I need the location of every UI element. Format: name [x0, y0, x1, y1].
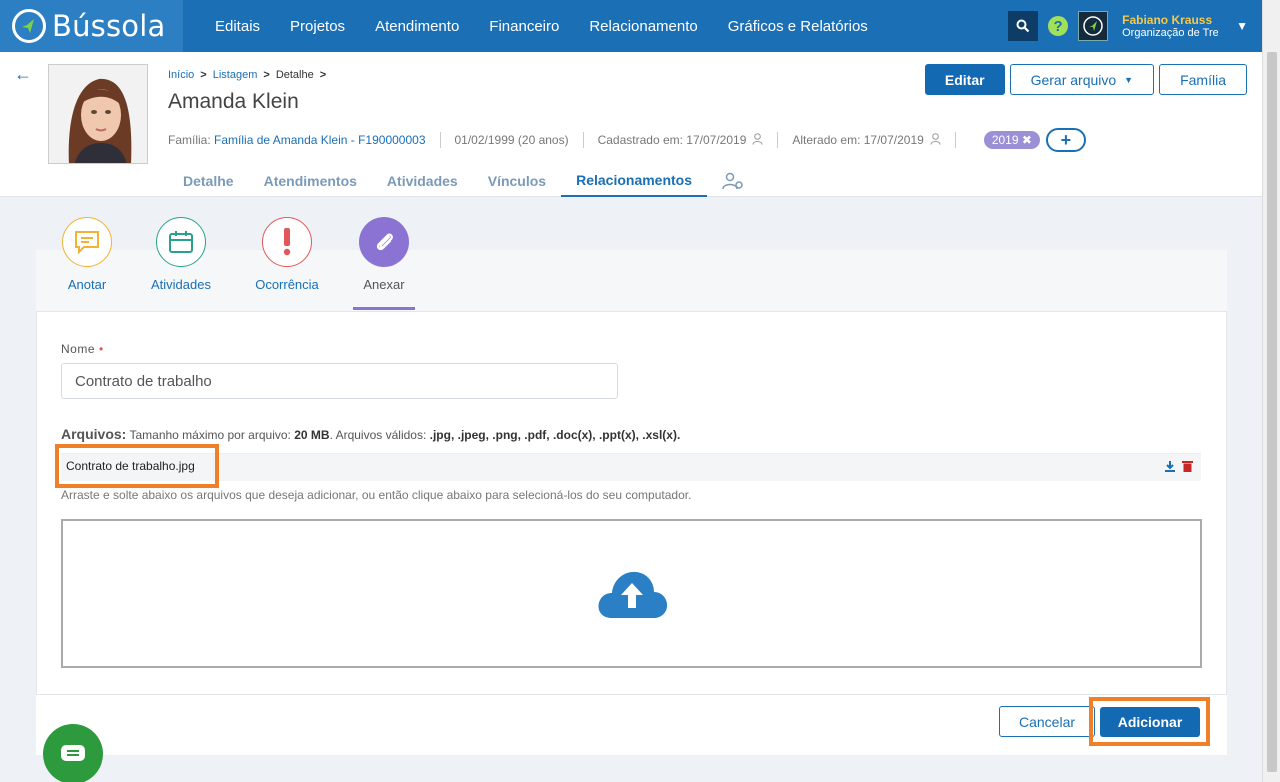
nav-atendimento[interactable]: Atendimento: [360, 18, 474, 35]
action-label: Anexar: [363, 277, 405, 292]
org-avatar[interactable]: [1078, 11, 1109, 41]
calendar-icon: [156, 217, 206, 267]
edit-button[interactable]: Editar: [924, 64, 1005, 95]
add-tag-button[interactable]: +: [1045, 128, 1086, 152]
family-link[interactable]: Família de Amanda Klein - F190000003: [214, 133, 425, 147]
page-scrollbar[interactable]: [1262, 0, 1280, 782]
family-label: Família:: [168, 133, 211, 147]
name-label-text: Nome: [61, 342, 96, 356]
file-actions: [1164, 459, 1193, 477]
tag-label: 2019: [991, 133, 1019, 147]
file-row: [61, 453, 1201, 481]
family-button[interactable]: Família: [1159, 64, 1247, 95]
tab-user-settings[interactable]: [707, 164, 759, 197]
brand-logo[interactable]: Bússola: [0, 0, 183, 52]
updated-date: Alterado em: 17/07/2019: [792, 133, 924, 147]
divider: [777, 132, 779, 148]
files-info: Arquivos: Tamanho máximo por arquivo: 20…: [61, 426, 680, 442]
files-max-size: 20 MB: [294, 428, 330, 442]
action-atividades[interactable]: Atividades: [131, 217, 231, 292]
scroll-thumb[interactable]: [1267, 52, 1277, 772]
action-label: Anotar: [67, 277, 107, 292]
note-icon: [62, 217, 112, 267]
page-title: Amanda Klein: [168, 90, 299, 113]
person-tabs: Detalhe Atendimentos Atividades Vínculos…: [168, 164, 759, 197]
chat-icon: [61, 745, 85, 761]
relationship-card: [36, 250, 1227, 755]
user-org: Organização de Tre: [1122, 27, 1219, 39]
birth-date: 01/02/1999 (20 anos): [454, 133, 569, 147]
person-meta: Família: Família de Amanda Klein - F1900…: [168, 128, 1086, 152]
tab-vinculos[interactable]: Vínculos: [473, 164, 561, 197]
name-input[interactable]: [61, 363, 618, 399]
breadcrumb-home[interactable]: Início: [168, 69, 194, 81]
files-label: Arquivos:: [61, 426, 127, 442]
user-area: ? Fabiano Krauss Organização de Tre ▼: [1008, 0, 1280, 52]
chat-button[interactable]: [43, 724, 103, 782]
download-icon[interactable]: [1164, 459, 1176, 477]
files-types: .jpg, .jpeg, .png, .pdf, .doc(x), .ppt(x…: [429, 428, 681, 442]
header-actions: Editar Gerar arquivo ▼ Família: [924, 64, 1247, 95]
nav-editais[interactable]: Editais: [200, 18, 275, 35]
nav-relacionamento[interactable]: Relacionamento: [574, 18, 712, 35]
user-name: Fabiano Krauss: [1122, 13, 1213, 27]
person-header: ← Início > Listagem > Detalhe > Amanda K…: [0, 52, 1262, 197]
files-hint-1: Tamanho máximo por arquivo:: [129, 428, 291, 442]
brand-name: Bússola: [52, 9, 166, 43]
generate-file-button[interactable]: Gerar arquivo ▼: [1009, 64, 1155, 95]
file-name[interactable]: Contrato de trabalho.jpg: [55, 444, 219, 488]
chevron-down-icon[interactable]: ▼: [1236, 19, 1248, 33]
user-icon[interactable]: [752, 132, 763, 148]
breadcrumb-separator: >: [263, 69, 270, 81]
name-label: Nome •: [61, 342, 104, 356]
files-hint-2: . Arquivos válidos:: [329, 428, 427, 442]
compass-icon: [12, 9, 46, 43]
nav-graficos[interactable]: Gráficos e Relatórios: [713, 18, 883, 35]
action-ocorrencia[interactable]: Ocorrência: [237, 217, 337, 292]
breadcrumb-current: Detalhe: [275, 69, 314, 81]
top-navbar: Bússola Editais Projetos Atendimento Fin…: [0, 0, 1280, 52]
cloud-upload-icon: [598, 571, 667, 618]
user-info[interactable]: Fabiano Krauss Organização de Tre: [1122, 13, 1218, 39]
action-label: Atividades: [151, 277, 211, 292]
created-date: Cadastrado em: 17/07/2019: [597, 133, 747, 147]
breadcrumb-separator: >: [319, 69, 327, 81]
main-nav: Editais Projetos Atendimento Financeiro …: [200, 0, 883, 52]
nav-financeiro[interactable]: Financeiro: [474, 18, 574, 35]
close-icon[interactable]: ✖: [1022, 133, 1032, 147]
divider: [582, 132, 584, 148]
action-label: Ocorrência: [255, 277, 319, 292]
breadcrumb: Início > Listagem > Detalhe >: [168, 69, 326, 81]
tab-detalhe[interactable]: Detalhe: [168, 164, 249, 197]
divider: [954, 132, 956, 148]
back-arrow-icon[interactable]: ←: [14, 64, 32, 85]
chevron-down-icon: ▼: [1124, 74, 1134, 85]
add-button[interactable]: Adicionar: [1100, 707, 1200, 737]
required-marker: •: [99, 342, 104, 356]
action-anexar[interactable]: Anexar: [334, 217, 434, 292]
profile-photo: [48, 64, 148, 164]
tab-atividades[interactable]: Atividades: [372, 164, 473, 197]
nav-projetos[interactable]: Projetos: [275, 18, 360, 35]
breadcrumb-list[interactable]: Listagem: [213, 69, 258, 81]
cancel-button[interactable]: Cancelar: [999, 706, 1095, 737]
tab-atendimentos[interactable]: Atendimentos: [249, 164, 372, 197]
search-button[interactable]: [1008, 11, 1039, 41]
drag-hint: Arraste e solte abaixo os arquivos que d…: [61, 488, 692, 502]
tab-relacionamentos[interactable]: Relacionamentos: [561, 164, 708, 197]
file-dropzone[interactable]: [61, 519, 1202, 668]
active-action-indicator: [353, 307, 415, 310]
divider: [439, 132, 441, 148]
tag-badge[interactable]: 2019 ✖: [983, 131, 1040, 149]
help-icon[interactable]: ?: [1048, 16, 1069, 36]
paperclip-icon: [359, 217, 409, 267]
action-anotar[interactable]: Anotar: [37, 217, 137, 292]
trash-icon[interactable]: [1182, 459, 1193, 477]
alert-icon: [262, 217, 312, 267]
breadcrumb-separator: >: [200, 69, 207, 81]
search-icon: [1016, 19, 1030, 33]
generate-file-label: Gerar arquivo: [1030, 71, 1117, 88]
user-settings-icon: [722, 172, 743, 189]
user-icon[interactable]: [930, 132, 941, 148]
